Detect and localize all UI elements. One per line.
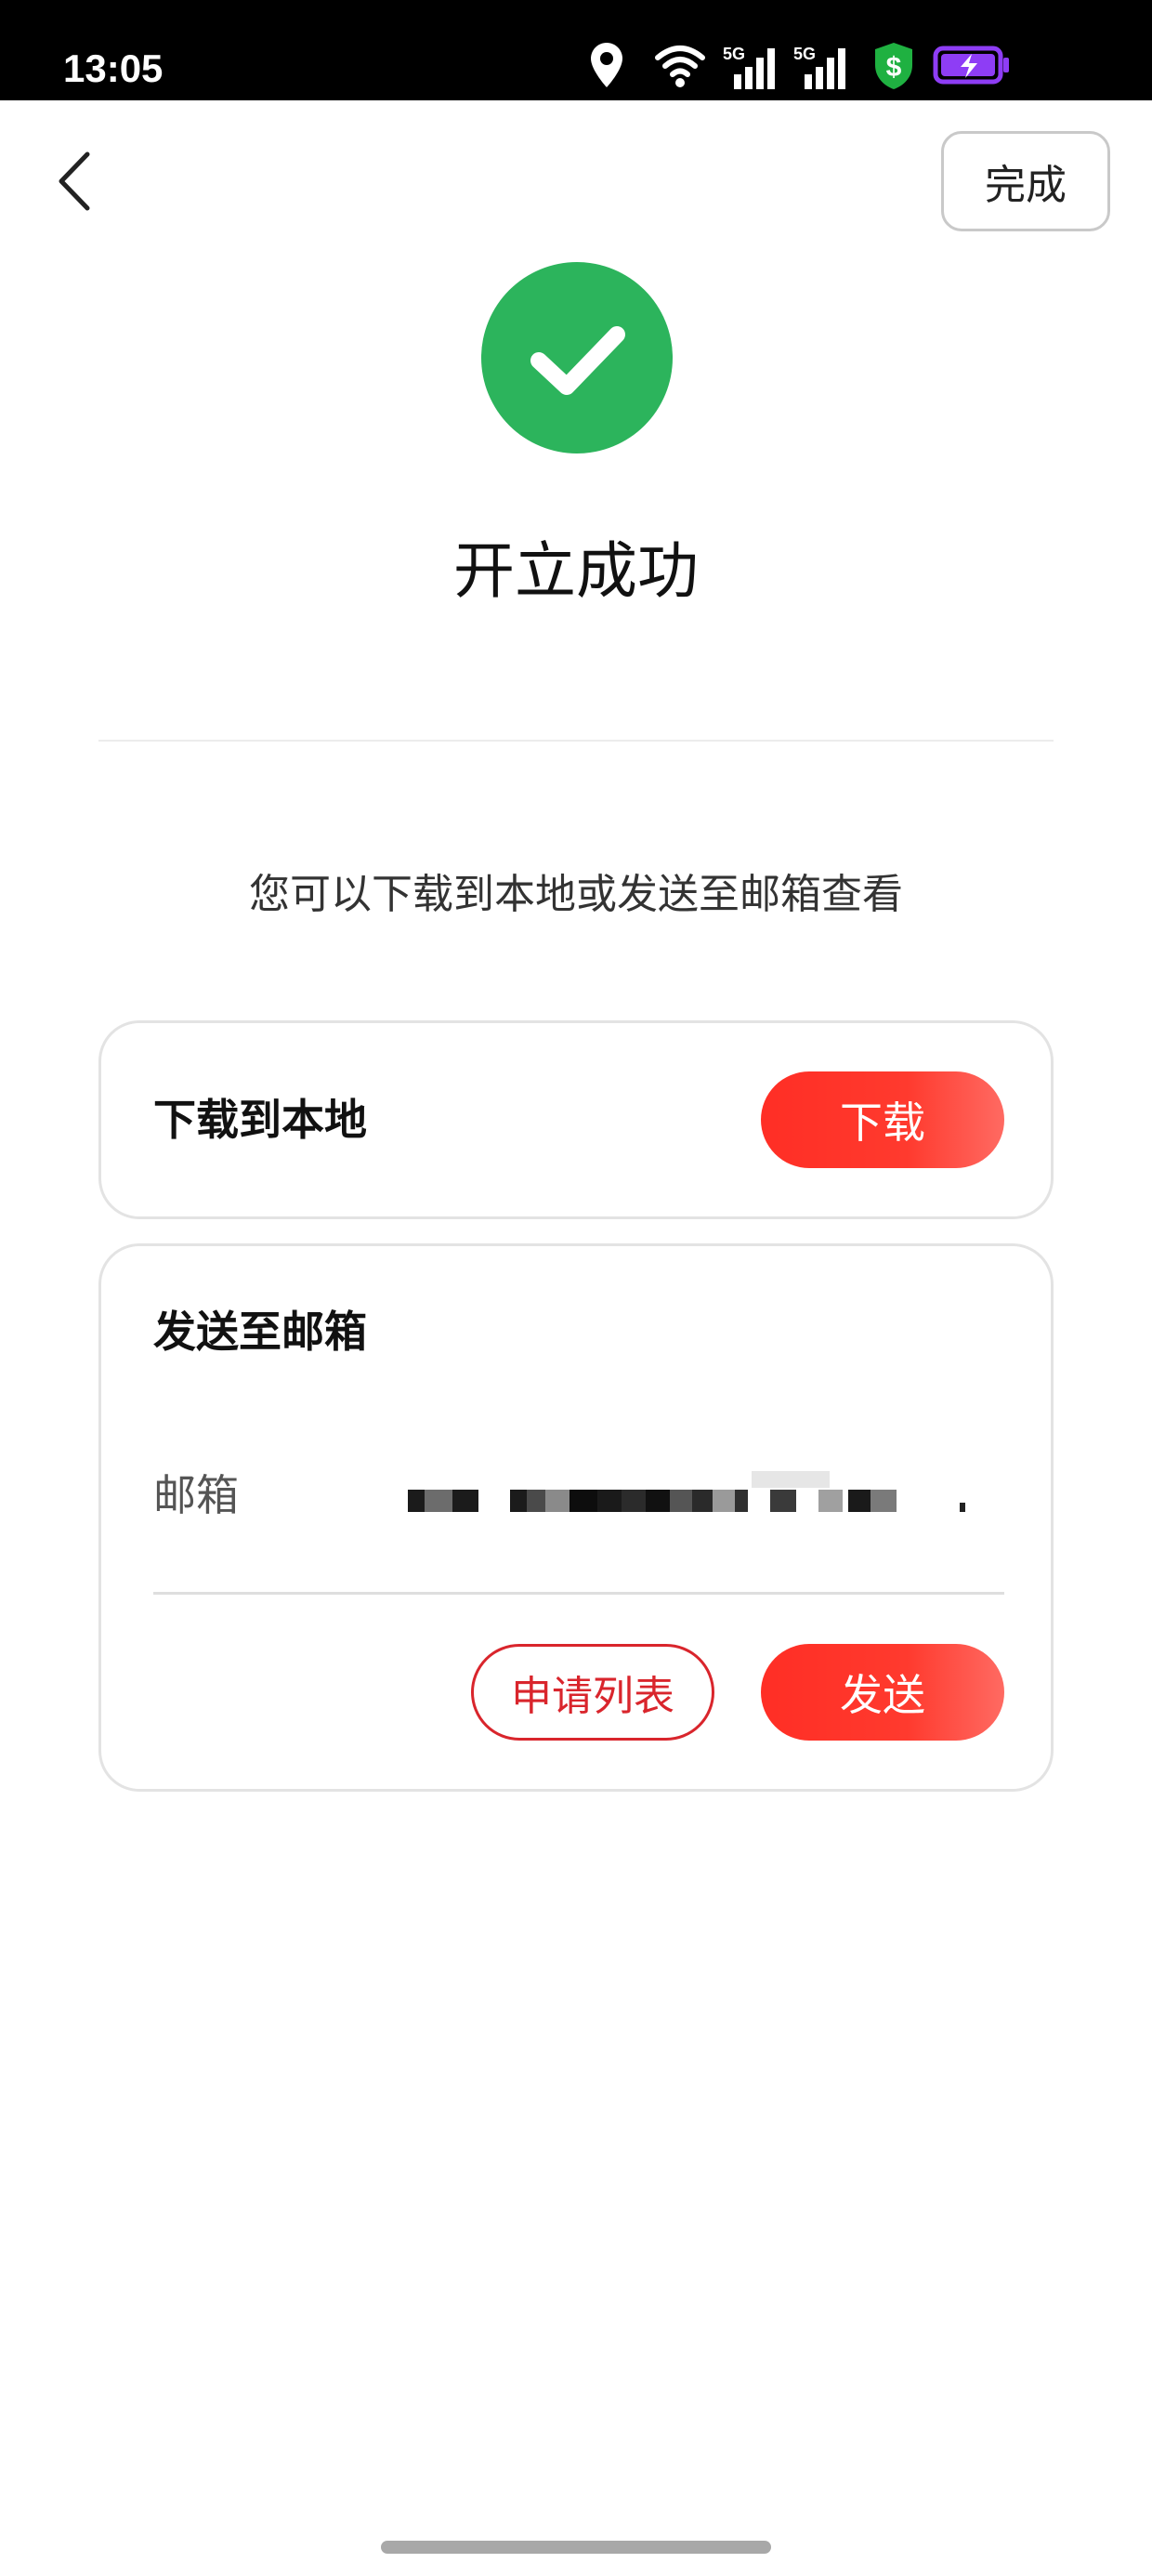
home-indicator[interactable] bbox=[381, 2541, 771, 2554]
chevron-left-icon bbox=[59, 151, 90, 211]
check-circle-icon bbox=[481, 262, 673, 453]
divider bbox=[98, 740, 1054, 742]
status-bar: 13:05 5G 5G $ bbox=[0, 0, 1152, 100]
download-button[interactable]: 下载 bbox=[761, 1071, 1004, 1168]
signal-5g-icon: 5G bbox=[793, 41, 853, 93]
instruction-text: 您可以下载到本地或发送至邮箱查看 bbox=[249, 871, 903, 918]
signal-5g-icon: 5G bbox=[723, 41, 782, 93]
back-button[interactable] bbox=[46, 147, 102, 216]
send-button[interactable]: 发送 bbox=[761, 1644, 1004, 1741]
location-icon bbox=[591, 43, 622, 87]
shield-dollar-icon: $ bbox=[875, 43, 912, 89]
success-title: 开立成功 bbox=[453, 535, 699, 607]
email-field[interactable] bbox=[408, 1469, 1012, 1516]
wifi-icon bbox=[655, 46, 705, 87]
email-field-underline bbox=[153, 1592, 1004, 1595]
svg-text:$: $ bbox=[886, 52, 902, 83]
apply-list-button[interactable]: 申请列表 bbox=[471, 1644, 714, 1741]
download-card: 下载到本地 下载 bbox=[98, 1020, 1054, 1219]
email-field-label: 邮箱 bbox=[153, 1470, 239, 1520]
status-time: 13:05 bbox=[63, 46, 164, 90]
done-button[interactable]: 完成 bbox=[941, 131, 1110, 231]
battery-charging-icon bbox=[933, 46, 1009, 85]
download-card-title: 下载到本地 bbox=[153, 1095, 367, 1145]
email-card: 发送至邮箱 邮箱 申请列表 发送 bbox=[98, 1243, 1054, 1792]
email-card-title: 发送至邮箱 bbox=[153, 1307, 367, 1357]
